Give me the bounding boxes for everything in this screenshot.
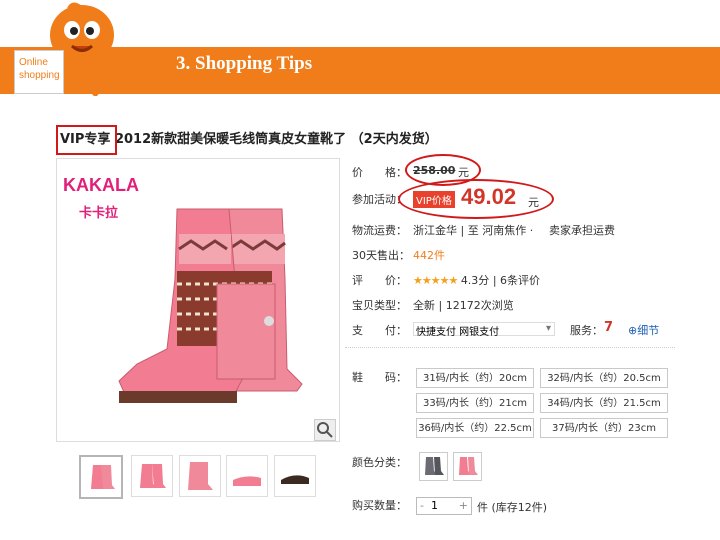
- sales-prefix: 30: [352, 249, 366, 262]
- thumbnail-2[interactable]: [131, 455, 173, 497]
- product-image[interactable]: KAKALA 卡卡拉: [56, 158, 340, 442]
- payment-select[interactable]: 快捷支付 网银支付 ▾: [413, 322, 555, 338]
- vip-highlight-oval: [398, 179, 554, 219]
- decrement-icon[interactable]: -: [420, 499, 424, 512]
- quantity-label: 购买数量：: [352, 499, 407, 512]
- size-option[interactable]: 31码/内长（约）20cm: [416, 368, 534, 388]
- rating-stars: ★★★★★: [413, 274, 458, 287]
- increment-icon[interactable]: +: [459, 499, 468, 512]
- brand-logo-en: KAKALA: [63, 175, 139, 195]
- size-label: 鞋 码：: [352, 371, 407, 384]
- type-label: 宝贝类型：: [352, 299, 407, 312]
- sales-label: 30天售出：: [352, 247, 410, 263]
- rating-score: 4.3分: [460, 274, 490, 287]
- divider: [345, 347, 675, 348]
- rating-count[interactable]: | 6条评价: [493, 274, 540, 287]
- service-detail-link[interactable]: ⊕细节: [628, 322, 659, 338]
- detail-icon: ⊕: [628, 324, 638, 337]
- seven-day-return-icon[interactable]: 7: [604, 320, 613, 335]
- size-option[interactable]: 37码/内长（约）23cm: [540, 418, 668, 438]
- brand-logo-cn: 卡卡拉: [79, 205, 118, 221]
- badge-line1: Online: [19, 57, 48, 68]
- pay-label: 支 付：: [352, 324, 407, 337]
- color-option-pink[interactable]: [453, 452, 482, 481]
- price-label: 价 格：: [352, 166, 407, 179]
- size-option[interactable]: 36码/内长（约）22.5cm: [416, 418, 534, 438]
- size-option[interactable]: 32码/内长（约）20.5cm: [540, 368, 668, 388]
- thumbnail-5[interactable]: [274, 455, 316, 497]
- service-detail-text: 细节: [637, 324, 660, 337]
- thumbnail-1[interactable]: [79, 455, 123, 499]
- online-shopping-badge: Online shopping: [14, 50, 64, 94]
- shipping-note: 卖家承担运费: [549, 224, 615, 237]
- zoom-button[interactable]: [314, 419, 336, 441]
- quantity-stepper[interactable]: - 1 +: [416, 497, 472, 515]
- payment-value: 快捷支付 网银支付: [416, 327, 500, 338]
- thumbnail-4[interactable]: [226, 455, 268, 497]
- shipping-route[interactable]: 浙江金华 | 至 河南焦作 ·: [413, 222, 533, 238]
- stock-text: 件 (库存12件): [477, 501, 548, 514]
- thumbnail-3[interactable]: [179, 455, 221, 497]
- service-label: 服务：: [570, 324, 603, 337]
- boots-illustration: KAKALA 卡卡拉: [63, 175, 303, 403]
- sales-label-text: 天售出：: [366, 249, 410, 262]
- size-option[interactable]: 33码/内长（约）21cm: [416, 393, 534, 413]
- color-option-grey[interactable]: [419, 452, 448, 481]
- chevron-down-icon: ▾: [545, 323, 551, 334]
- shipping-label: 物流运费：: [352, 224, 407, 237]
- color-label: 颜色分类：: [352, 456, 407, 469]
- slide-title: 3. Shopping Tips: [176, 53, 313, 74]
- sales-count: 442件: [413, 249, 445, 262]
- magnifier-icon: [317, 422, 333, 438]
- type-value: 全新 | 12172次浏览: [413, 299, 514, 312]
- rating-label: 评 价：: [352, 274, 407, 287]
- size-option[interactable]: 34码/内长（约）21.5cm: [540, 393, 668, 413]
- quantity-value[interactable]: 1: [431, 499, 438, 512]
- badge-line2: shopping: [19, 70, 60, 81]
- vip-highlight-box: [56, 125, 117, 155]
- rating-row: ★★★★★ 4.3分 | 6条评价: [413, 272, 540, 288]
